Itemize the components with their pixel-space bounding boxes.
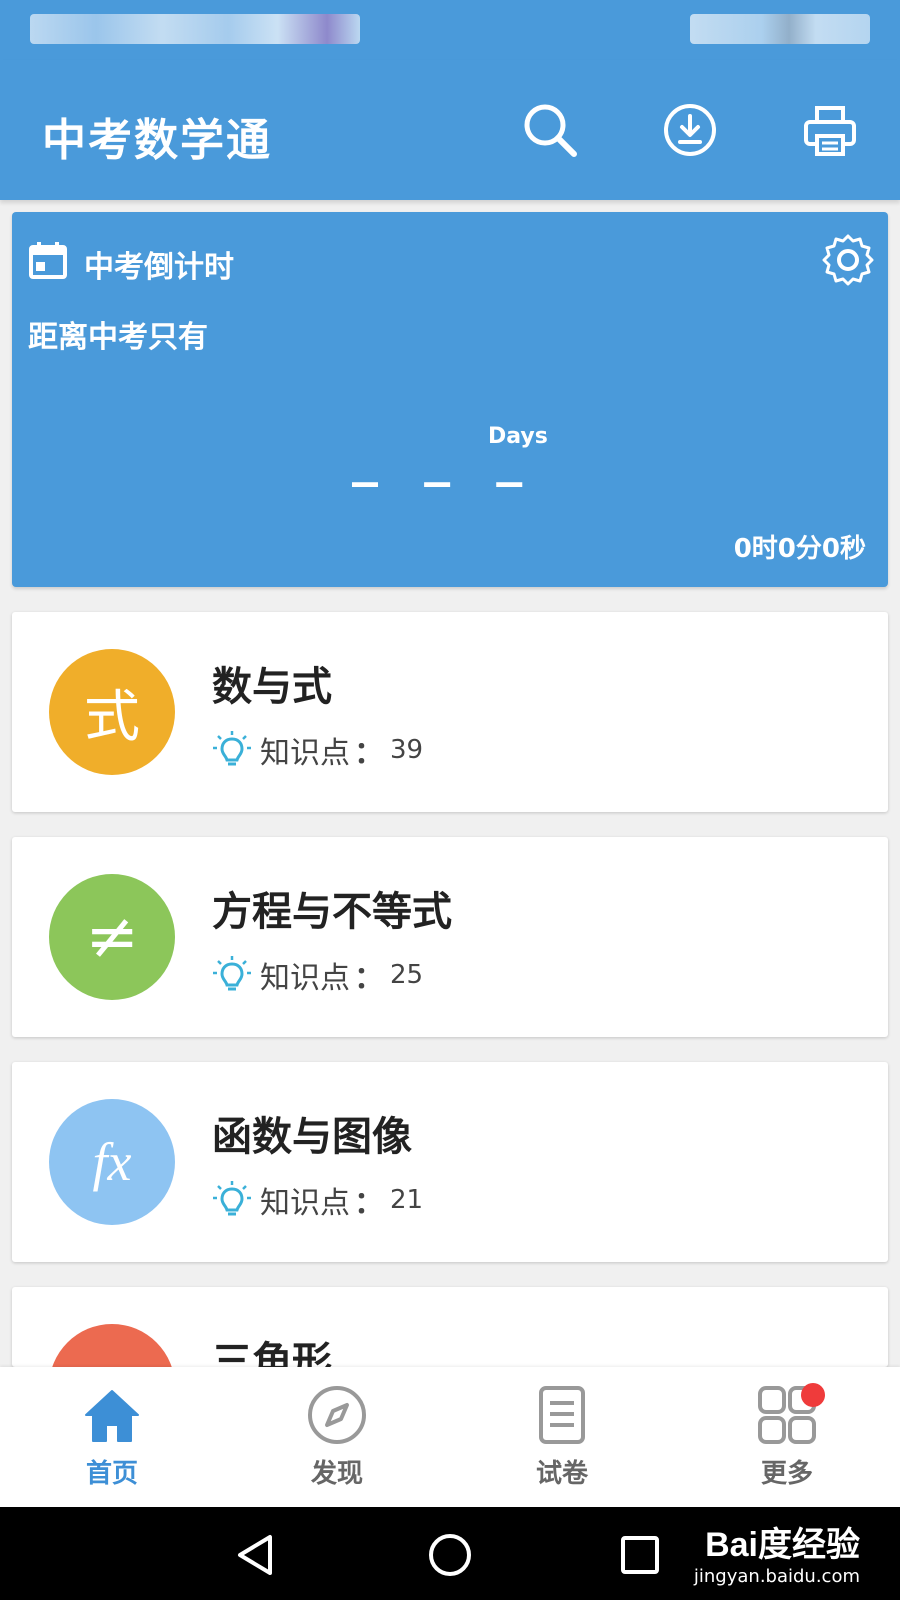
lightbulb-icon <box>213 956 251 991</box>
gear-icon[interactable] <box>820 232 876 288</box>
nav-item-home[interactable]: 首页 <box>52 1383 172 1493</box>
topic-meta: 知识点 ： 25 <box>212 955 424 996</box>
topic-card[interactable]: fx 函数与图像 知识点 ： 21 <box>12 1062 888 1262</box>
status-bar-left-blurred <box>30 14 360 44</box>
baidu-watermark: Bai度经验 jingyan.baidu.com <box>694 1517 860 1587</box>
topic-meta-count: 39 <box>390 735 424 765</box>
printer-icon <box>804 106 856 156</box>
home-circle-icon[interactable] <box>426 1531 474 1579</box>
topic-icon-triangle <box>49 1324 175 1367</box>
topic-meta: 知识点 ： 39 <box>212 730 424 771</box>
topic-meta-separator: ： <box>354 961 384 996</box>
system-nav-bar: Bai度经验 jingyan.baidu.com <box>0 1507 900 1600</box>
status-bar <box>0 0 900 60</box>
search-icon <box>524 104 577 157</box>
countdown-time: 0时0分0秒 <box>733 534 866 564</box>
topic-meta-label: 知识点 <box>260 736 350 771</box>
watermark-main: Bai度经验 <box>705 1526 860 1564</box>
topic-meta-label: 知识点 <box>260 1186 350 1221</box>
search-button[interactable] <box>518 98 582 162</box>
home-icon <box>85 1390 139 1442</box>
nav-label: 首页 <box>85 1459 138 1489</box>
nav-label: 更多 <box>760 1459 813 1489</box>
nav-label: 发现 <box>310 1459 363 1489</box>
nav-item-papers[interactable]: 试卷 <box>502 1383 622 1493</box>
topic-meta: 知识点 ： 21 <box>212 1180 424 1221</box>
nav-label: 试卷 <box>535 1459 588 1489</box>
topic-meta-label: 知识点 <box>260 961 350 996</box>
app-title: 中考数学通 <box>42 115 272 166</box>
back-icon[interactable] <box>232 1531 280 1579</box>
topic-icon-not-equal: ≠ <box>49 874 175 1000</box>
print-button[interactable] <box>798 98 862 162</box>
app-bar: 中考数学通 <box>0 60 900 200</box>
calendar-icon <box>29 242 67 279</box>
topic-title: 三角形 <box>212 1339 332 1367</box>
topic-icon-expression: 式 <box>49 649 175 775</box>
bottom-navigation: 首页 发现 试卷 更多 <box>0 1367 900 1507</box>
topic-title: 数与式 <box>212 664 332 710</box>
topic-card[interactable]: ≠ 方程与不等式 知识点 ： 25 <box>12 837 888 1037</box>
countdown-days-unit: Days <box>488 424 548 449</box>
countdown-card: 中考倒计时 距离中考只有 _ _ _ Days 0时0分0秒 <box>12 212 888 587</box>
notification-badge <box>801 1383 825 1407</box>
watermark-sub: jingyan.baidu.com <box>693 1566 860 1587</box>
topic-meta-separator: ： <box>354 1186 384 1221</box>
status-bar-right-blurred <box>690 14 870 44</box>
topic-title: 函数与图像 <box>212 1114 412 1160</box>
nav-item-discover[interactable]: 发现 <box>277 1383 397 1493</box>
topic-meta-separator: ： <box>354 736 384 771</box>
download-icon <box>664 104 716 156</box>
nav-item-more[interactable]: 更多 <box>727 1383 847 1493</box>
topic-card[interactable]: 式 数与式 知识点 ： 39 <box>12 612 888 812</box>
compass-icon <box>308 1386 366 1444</box>
countdown-title: 中考倒计时 <box>84 250 234 285</box>
topic-card[interactable]: 三角形 <box>12 1287 888 1367</box>
topic-meta-count: 21 <box>390 1185 424 1215</box>
document-icon <box>539 1386 585 1444</box>
countdown-subtitle: 距离中考只有 <box>28 320 208 355</box>
lightbulb-icon <box>213 731 251 766</box>
topic-title: 方程与不等式 <box>212 889 452 935</box>
lightbulb-icon <box>213 1181 251 1216</box>
topic-icon-function: fx <box>49 1099 175 1225</box>
download-button[interactable] <box>658 98 722 162</box>
recents-icon[interactable] <box>616 1531 664 1579</box>
topic-meta-count: 25 <box>390 960 424 990</box>
